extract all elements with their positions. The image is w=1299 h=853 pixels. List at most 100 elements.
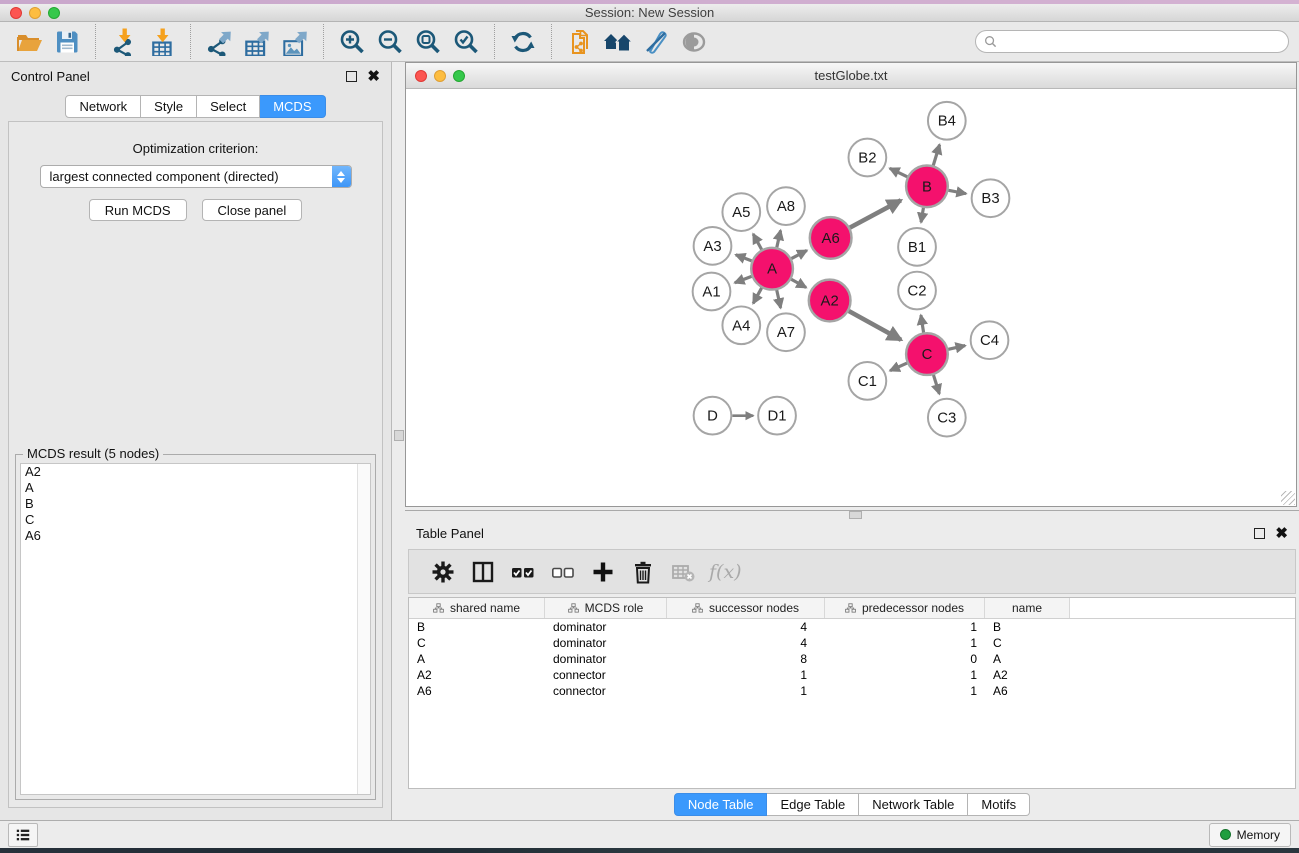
tab-motifs[interactable]: Motifs [968,793,1030,816]
edge-C-C4[interactable] [948,346,965,350]
import-network-button[interactable] [108,26,140,58]
horizontal-splitter[interactable] [405,510,1299,519]
close-window-button[interactable] [10,7,22,19]
table-row[interactable]: Cdominator41C [409,635,1295,651]
column-header-MCDS-role[interactable]: MCDS role [545,598,667,618]
edge-A-A7[interactable] [777,290,781,308]
edge-A6-B[interactable] [850,200,901,227]
close-panel-button[interactable]: Close panel [202,199,303,221]
node-C1[interactable]: C1 [849,362,887,400]
table-cell[interactable]: 4 [667,635,825,651]
zoom-in-button[interactable] [336,26,368,58]
table-cell[interactable]: 1 [825,635,985,651]
node-A5[interactable]: A5 [722,193,760,231]
table-cell[interactable]: dominator [545,651,667,667]
float-panel-icon[interactable] [346,71,357,82]
node-D[interactable]: D [694,397,732,435]
table-cell[interactable]: 8 [667,651,825,667]
table-row[interactable]: Bdominator41B [409,619,1295,635]
node-C4[interactable]: C4 [971,321,1009,359]
tab-node-table[interactable]: Node Table [674,793,768,816]
node-B2[interactable]: B2 [849,139,887,177]
column-header-shared-name[interactable]: shared name [409,598,545,618]
table-cell[interactable] [1070,635,1295,651]
network-window-titlebar[interactable]: testGlobe.txt [406,63,1296,89]
run-mcds-button[interactable]: Run MCDS [89,199,187,221]
open-file-button[interactable] [13,26,45,58]
edge-C-C2[interactable] [921,315,924,332]
edge-A-A3[interactable] [736,255,752,261]
tab-select[interactable]: Select [197,95,260,118]
vertical-splitter-grip[interactable] [394,430,404,441]
close-table-panel-icon[interactable]: ✖ [1275,529,1288,538]
refresh-button[interactable] [507,26,539,58]
table-cell[interactable] [1070,667,1295,683]
node-B[interactable]: B [906,165,948,207]
result-scrollbar[interactable] [357,464,370,794]
import-table-button[interactable] [146,26,178,58]
edge-B-B2[interactable] [890,168,907,176]
edge-C-C1[interactable] [890,363,907,371]
table-cell[interactable]: A6 [409,683,545,699]
delete-row-button[interactable] [623,555,663,589]
node-A7[interactable]: A7 [767,313,805,351]
node-A4[interactable]: A4 [722,306,760,344]
zoom-out-button[interactable] [374,26,406,58]
table-row[interactable]: Adominator80A [409,651,1295,667]
window-resize-grip[interactable] [1281,491,1295,505]
close-panel-icon[interactable]: ✖ [367,72,380,81]
edge-A-A6[interactable] [791,250,806,258]
edge-B-B1[interactable] [921,208,923,222]
zoom-selected-button[interactable] [450,26,482,58]
node-B4[interactable]: B4 [928,102,966,140]
tab-mcds[interactable]: MCDS [260,95,325,118]
node-B3[interactable]: B3 [972,179,1010,217]
network-minimize-button[interactable] [434,70,446,82]
zoom-window-button[interactable] [48,7,60,19]
table-cell[interactable]: A [409,651,545,667]
result-list-item[interactable]: A6 [21,528,370,544]
node-C[interactable]: C [906,333,948,375]
tab-network[interactable]: Network [65,95,141,118]
network-close-button[interactable] [415,70,427,82]
first-neighbors-button[interactable] [602,26,634,58]
table-cell[interactable]: 1 [825,619,985,635]
node-C2[interactable]: C2 [898,272,936,310]
node-D1[interactable]: D1 [758,397,796,435]
new-network-from-selection-button[interactable] [564,26,596,58]
table-row[interactable]: A6connector11A6 [409,683,1295,699]
table-cell[interactable]: dominator [545,635,667,651]
node-C3[interactable]: C3 [928,399,966,437]
search-field[interactable] [975,30,1289,53]
table-cell[interactable] [1070,619,1295,635]
table-cell[interactable]: B [409,619,545,635]
node-A8[interactable]: A8 [767,187,805,225]
table-settings-button[interactable] [423,555,463,589]
vertical-splitter[interactable] [391,62,405,820]
memory-button[interactable]: Memory [1209,823,1291,847]
deselect-all-rows-button[interactable] [543,555,583,589]
edge-A-A2[interactable] [791,279,806,287]
table-body[interactable]: Bdominator41BCdominator41CAdominator80AA… [409,619,1295,699]
network-zoom-button[interactable] [453,70,465,82]
table-cell[interactable]: C [985,635,1070,651]
table-cell[interactable] [1070,683,1295,699]
edge-B-B4[interactable] [933,145,939,166]
table-cell[interactable]: A2 [985,667,1070,683]
table-header-row[interactable]: shared nameMCDS rolesuccessor nodesprede… [409,598,1295,619]
function-builder-button[interactable]: f(x) [703,561,742,583]
save-session-button[interactable] [51,26,83,58]
export-image-button[interactable] [279,26,311,58]
table-cell[interactable]: 1 [825,683,985,699]
minimize-window-button[interactable] [29,7,41,19]
tab-network-table[interactable]: Network Table [859,793,968,816]
table-cell[interactable]: C [409,635,545,651]
edge-A2-C[interactable] [849,311,901,340]
column-header-name[interactable]: name [985,598,1070,618]
delete-table-button[interactable] [663,555,703,589]
add-row-button[interactable] [583,555,623,589]
task-history-button[interactable] [8,823,38,847]
show-all-button[interactable] [678,26,710,58]
export-table-button[interactable] [241,26,273,58]
hide-selection-button[interactable] [640,26,672,58]
